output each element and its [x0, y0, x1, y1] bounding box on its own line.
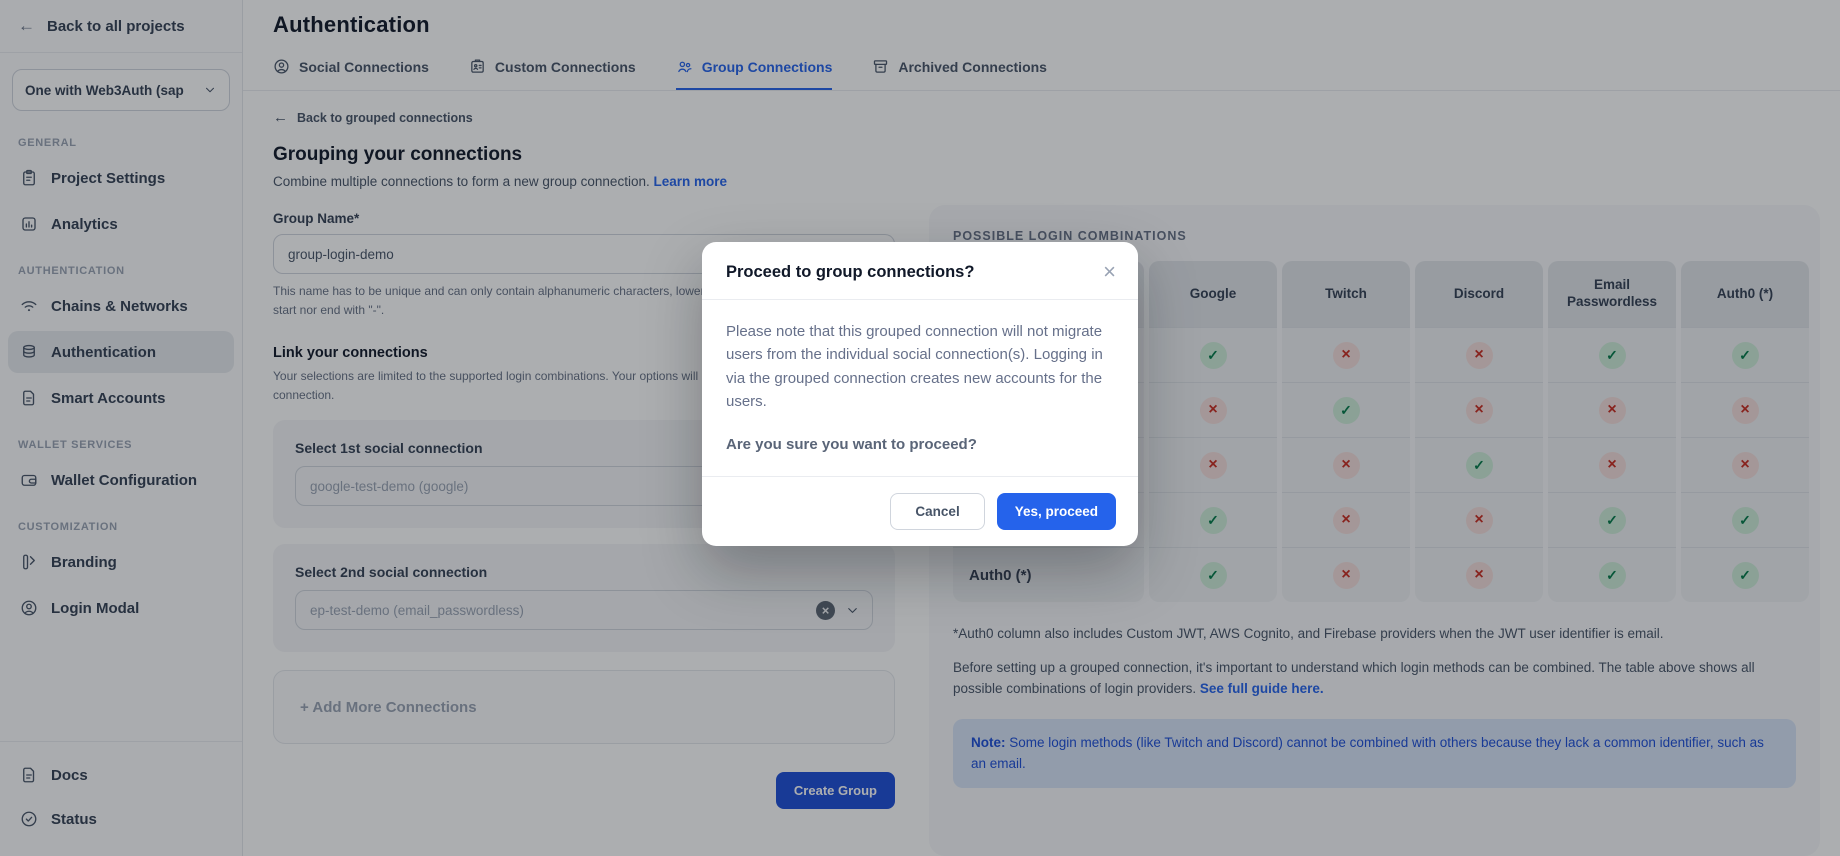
modal-body-text: Please note that this grouped connection… [726, 320, 1114, 413]
proceed-confirmation-modal: Proceed to group connections? × Please n… [702, 242, 1138, 546]
cancel-button[interactable]: Cancel [890, 493, 984, 530]
modal-body: Please note that this grouped connection… [702, 299, 1138, 476]
modal-header: Proceed to group connections? × [702, 242, 1138, 299]
modal-footer: Cancel Yes, proceed [702, 476, 1138, 546]
modal-question: Are you sure you want to proceed? [726, 433, 1114, 456]
close-icon[interactable]: × [1103, 261, 1116, 283]
yes-proceed-button[interactable]: Yes, proceed [997, 493, 1116, 530]
modal-title: Proceed to group connections? [726, 263, 974, 282]
